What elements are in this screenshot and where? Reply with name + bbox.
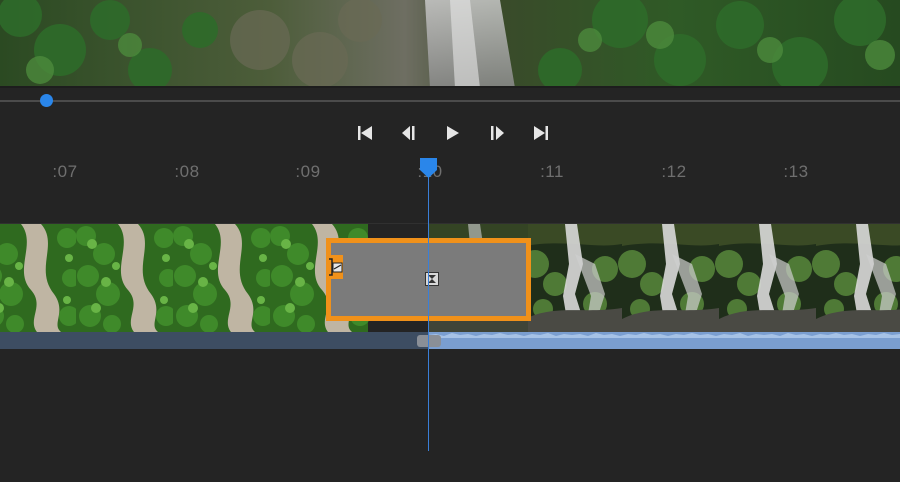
go-to-start-button[interactable] <box>350 120 380 146</box>
ruler-label: :13 <box>783 162 809 181</box>
step-back-icon <box>402 126 415 140</box>
audio-track[interactable] <box>0 332 900 349</box>
audio-muted-region <box>0 332 428 349</box>
ruler-label: :11 <box>540 162 564 181</box>
step-forward-button[interactable] <box>482 120 512 146</box>
transport-controls <box>350 120 556 146</box>
scrubber-knob[interactable] <box>40 94 54 107</box>
video-editor: :07 :08 :09 :10 :11 :12 :13 <box>0 0 900 482</box>
preview-frame-image <box>0 0 900 88</box>
audio-waveform <box>428 333 900 338</box>
ruler-label: :08 <box>174 162 200 181</box>
go-to-end-button[interactable] <box>526 120 556 146</box>
scrubber-track[interactable] <box>0 100 900 102</box>
ruler-label: :12 <box>661 162 687 181</box>
skip-to-end-icon <box>534 126 548 140</box>
step-forward-icon <box>491 126 504 140</box>
audio-split-handle[interactable] <box>417 335 441 347</box>
step-back-button[interactable] <box>394 120 424 146</box>
skip-to-start-icon <box>358 126 372 140</box>
trim-handle-icon[interactable] <box>327 255 343 279</box>
ruler-label: :09 <box>295 162 321 181</box>
ruler-label: :07 <box>52 162 78 181</box>
play-button[interactable] <box>438 120 468 146</box>
timeline-ruler[interactable]: :07 :08 :09 :10 :11 :12 :13 <box>0 155 900 185</box>
playhead-marker-icon[interactable] <box>419 157 438 179</box>
preview-scrubber[interactable] <box>0 88 900 112</box>
play-icon <box>447 126 459 140</box>
video-preview <box>0 0 900 88</box>
playhead-line <box>428 170 429 451</box>
